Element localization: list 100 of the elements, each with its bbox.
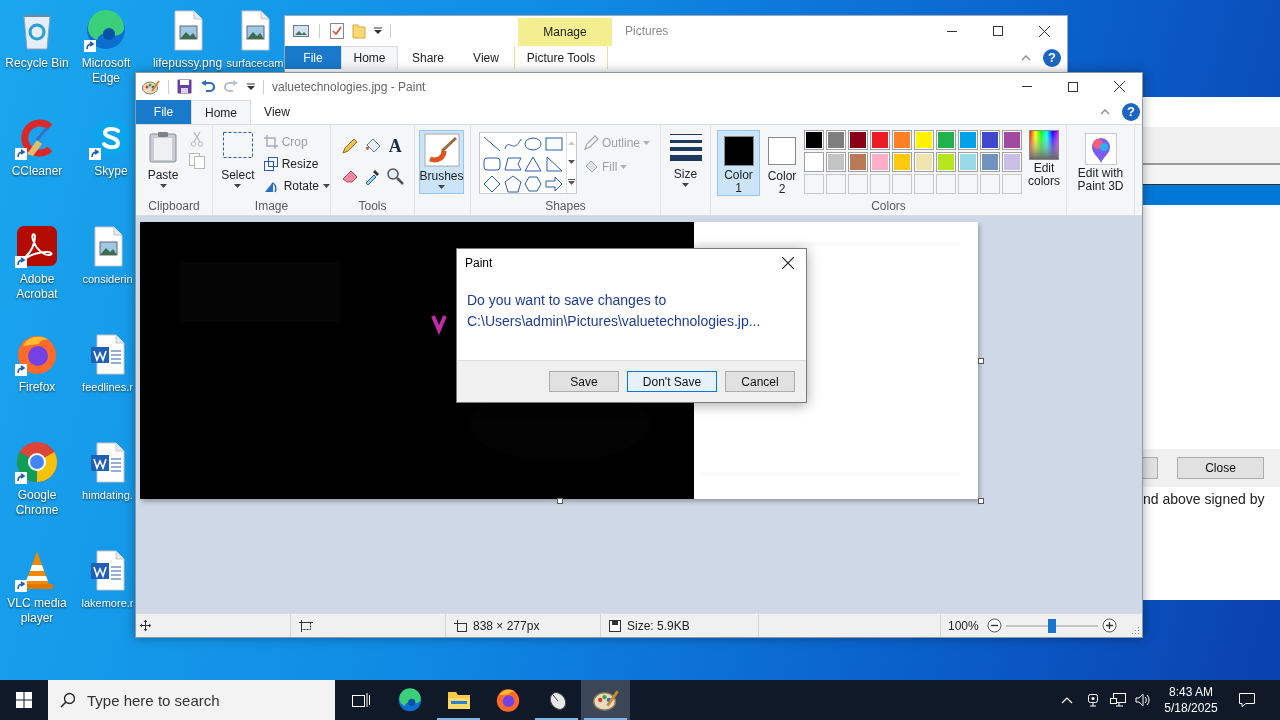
color-picker-icon[interactable] xyxy=(363,167,382,185)
edit-colors-button[interactable]: Edit colors xyxy=(1025,130,1063,192)
diamond-icon[interactable] xyxy=(482,175,502,193)
brushes-button[interactable]: Brushes xyxy=(419,130,464,194)
empty-color-swatch[interactable] xyxy=(936,174,956,194)
color-slot-button[interactable]: Color 2 xyxy=(762,130,802,196)
ribbon-context-header: Manage xyxy=(518,18,612,46)
ribbon-tab[interactable]: Share xyxy=(398,46,458,69)
zoom-slider[interactable] xyxy=(1005,618,1098,633)
select-button[interactable]: Select xyxy=(218,131,258,193)
empty-color-swatch[interactable] xyxy=(914,174,934,194)
ribbon-tab[interactable]: Home xyxy=(341,46,398,69)
dropdown-icon[interactable] xyxy=(374,27,382,35)
dialog-message: Do you want to save changes to xyxy=(467,291,668,310)
empty-color-swatch[interactable] xyxy=(1002,174,1022,194)
color-swatch[interactable] xyxy=(870,130,890,150)
text-tool-icon[interactable]: A xyxy=(386,137,405,155)
rectangle-icon[interactable] xyxy=(543,135,564,153)
color-slot-button[interactable]: Color 1 xyxy=(717,130,760,196)
arrow-icon[interactable] xyxy=(543,175,564,193)
color-swatch[interactable] xyxy=(958,130,978,150)
properties-icon[interactable] xyxy=(330,23,344,39)
paint-3d-button[interactable]: Edit with Paint 3D xyxy=(1068,133,1133,195)
resize-handle[interactable] xyxy=(557,498,563,504)
empty-color-swatch[interactable] xyxy=(870,174,890,194)
paste-button[interactable]: Paste xyxy=(142,131,184,193)
color-swatch[interactable] xyxy=(826,152,846,172)
ribbon-button[interactable]: Rotate xyxy=(263,175,330,197)
color-swatch[interactable] xyxy=(848,130,868,150)
empty-color-swatch[interactable] xyxy=(892,174,912,194)
color-swatch[interactable] xyxy=(980,130,1000,150)
right-triangle-icon[interactable] xyxy=(543,155,564,173)
color-swatch[interactable] xyxy=(870,152,890,172)
undo-icon[interactable] xyxy=(200,79,216,94)
polygon-icon[interactable] xyxy=(502,155,523,173)
dropdown-icon[interactable] xyxy=(247,82,255,91)
zoom-out-icon[interactable] xyxy=(986,618,1002,633)
empty-color-swatch[interactable] xyxy=(980,174,1000,194)
help-button[interactable]: ? xyxy=(1043,48,1061,67)
volume-icon[interactable] xyxy=(1135,693,1151,707)
hexagon-icon[interactable] xyxy=(523,175,544,193)
resize-handle[interactable] xyxy=(978,358,984,364)
image-icon[interactable] xyxy=(293,24,309,38)
taskbar-button[interactable] xyxy=(581,680,630,720)
help-button[interactable]: ? xyxy=(1122,103,1140,121)
clock-time[interactable]: 8:43 AM xyxy=(1169,684,1213,700)
color-swatch[interactable] xyxy=(892,130,912,150)
ribbon-button[interactable]: Resize xyxy=(263,153,330,175)
ribbon-tab[interactable]: View xyxy=(251,100,303,124)
search-field[interactable]: Type here to search xyxy=(48,680,335,720)
camera-icon[interactable] xyxy=(1086,693,1100,707)
ribbon-tab[interactable]: File xyxy=(136,100,191,124)
paint-bucket-icon[interactable] xyxy=(363,137,382,155)
pentagon-icon[interactable] xyxy=(502,175,523,193)
color-swatch[interactable] xyxy=(936,152,956,172)
more-icon[interactable] xyxy=(568,179,576,186)
slider-thumb[interactable] xyxy=(1047,618,1056,633)
zoom-in-icon[interactable] xyxy=(1101,618,1117,633)
triangle-icon[interactable] xyxy=(523,155,544,173)
empty-color-swatch[interactable] xyxy=(826,174,846,194)
close-button[interactable]: Close xyxy=(1177,457,1264,479)
oval-icon[interactable] xyxy=(523,135,544,153)
clock-date[interactable]: 5/18/2025 xyxy=(1164,700,1218,716)
color-swatch[interactable] xyxy=(804,152,824,172)
color-swatch[interactable] xyxy=(1002,130,1022,150)
empty-color-swatch[interactable] xyxy=(804,174,824,194)
save-icon xyxy=(609,619,621,632)
color-swatch[interactable] xyxy=(1002,152,1022,172)
ribbon-tab[interactable]: View xyxy=(458,46,514,69)
network-icon[interactable] xyxy=(1110,693,1126,707)
empty-color-swatch[interactable] xyxy=(848,174,868,194)
ribbon-tab[interactable]: File xyxy=(285,46,341,69)
line-icon[interactable] xyxy=(482,135,502,153)
ribbon-tab[interactable]: Picture Tools xyxy=(514,46,608,69)
color-swatch[interactable] xyxy=(804,130,824,150)
resize-grip-icon[interactable] xyxy=(1130,625,1140,635)
color-swatch[interactable] xyxy=(848,152,868,172)
notification-icon[interactable] xyxy=(1238,692,1256,708)
color-swatch[interactable] xyxy=(892,152,912,172)
color-swatch[interactable] xyxy=(826,130,846,150)
resize-handle[interactable] xyxy=(978,498,984,504)
magnifier-icon[interactable] xyxy=(386,167,405,185)
save-icon[interactable] xyxy=(177,79,192,94)
color-swatch[interactable] xyxy=(958,152,978,172)
rounded-rectangle-icon[interactable] xyxy=(482,155,502,173)
line-width-icon xyxy=(669,133,702,161)
size-button[interactable]: Size xyxy=(666,133,705,193)
group-label: Image xyxy=(253,199,290,215)
color-swatch[interactable] xyxy=(914,152,934,172)
dialog-button[interactable]: Don't Save xyxy=(627,371,717,392)
paint-palette-icon[interactable] xyxy=(142,78,160,95)
empty-color-swatch[interactable] xyxy=(958,174,978,194)
dialog-button[interactable]: Cancel xyxy=(725,371,795,392)
color-swatch[interactable] xyxy=(914,130,934,150)
dialog-button[interactable]: Save xyxy=(549,371,619,392)
rotate-icon xyxy=(263,179,280,193)
pencil-icon[interactable] xyxy=(341,137,359,155)
color-swatch[interactable] xyxy=(980,152,1000,172)
color-swatch[interactable] xyxy=(936,130,956,150)
ribbon-tab[interactable]: Home xyxy=(191,100,251,124)
